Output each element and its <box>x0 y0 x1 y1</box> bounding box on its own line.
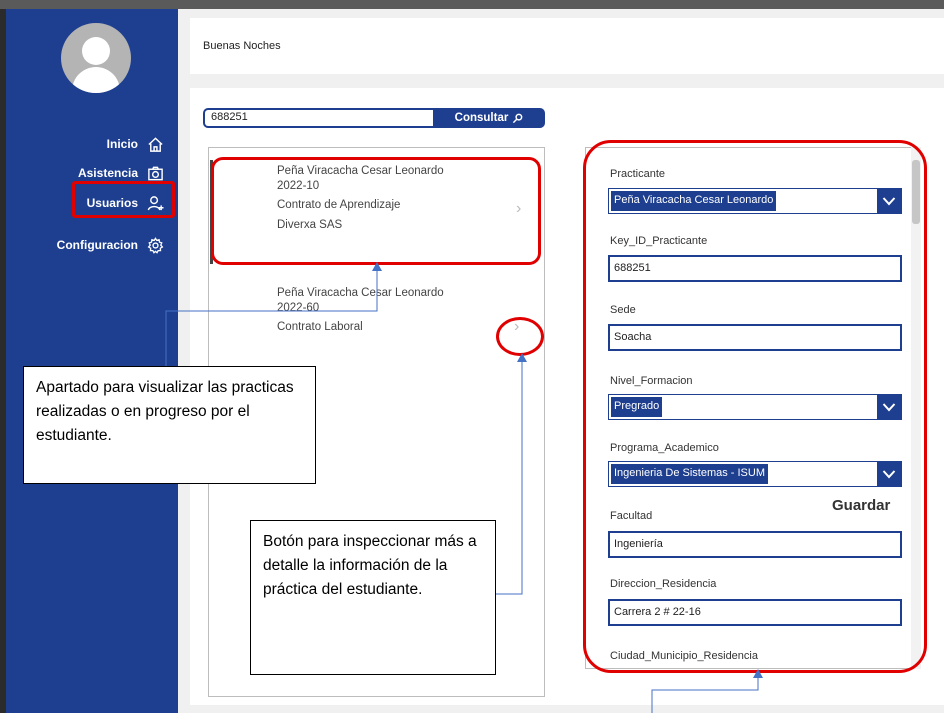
record-contract: Contrato Laboral <box>277 321 363 333</box>
nav-label-asistencia: Asistencia <box>77 166 138 180</box>
settings-gear-icon <box>146 236 164 254</box>
camera-icon <box>146 164 164 182</box>
greeting-text: Buenas Noches <box>203 40 281 52</box>
usuarios-highlight-box <box>72 181 175 218</box>
nav-item-configuracion[interactable]: Configuracion <box>30 233 164 257</box>
header-bar <box>190 18 944 74</box>
nav-label-inicio: Inicio <box>106 137 138 151</box>
avatar-body <box>72 67 120 93</box>
avatar-head <box>82 37 110 65</box>
sidebar <box>6 9 178 713</box>
list-annotation: Apartado para visualizar las practicas r… <box>23 366 316 484</box>
nav-item-inicio[interactable]: Inicio <box>60 132 164 156</box>
consultar-label: Consultar <box>454 112 509 124</box>
nav-label-configuracion: Configuracion <box>56 238 138 252</box>
search-input[interactable]: 688251 <box>203 108 433 128</box>
button-annotation: Botón para inspeccionar más a detalle la… <box>250 520 496 675</box>
window-top-border <box>0 0 944 9</box>
form-highlight <box>583 140 927 673</box>
list-item[interactable]: Peña Viracacha Cesar Leonardo 2022-60 Co… <box>213 282 539 362</box>
chevron-highlight-circle <box>496 317 544 356</box>
record-period: 2022-60 <box>277 302 320 314</box>
consultar-button[interactable]: Consultar <box>433 108 545 128</box>
search-icon <box>513 113 523 123</box>
list-item-highlight <box>211 157 541 265</box>
avatar[interactable] <box>61 23 131 93</box>
home-icon <box>146 135 164 153</box>
record-name: Peña Viracacha Cesar Leonardo <box>277 287 444 299</box>
